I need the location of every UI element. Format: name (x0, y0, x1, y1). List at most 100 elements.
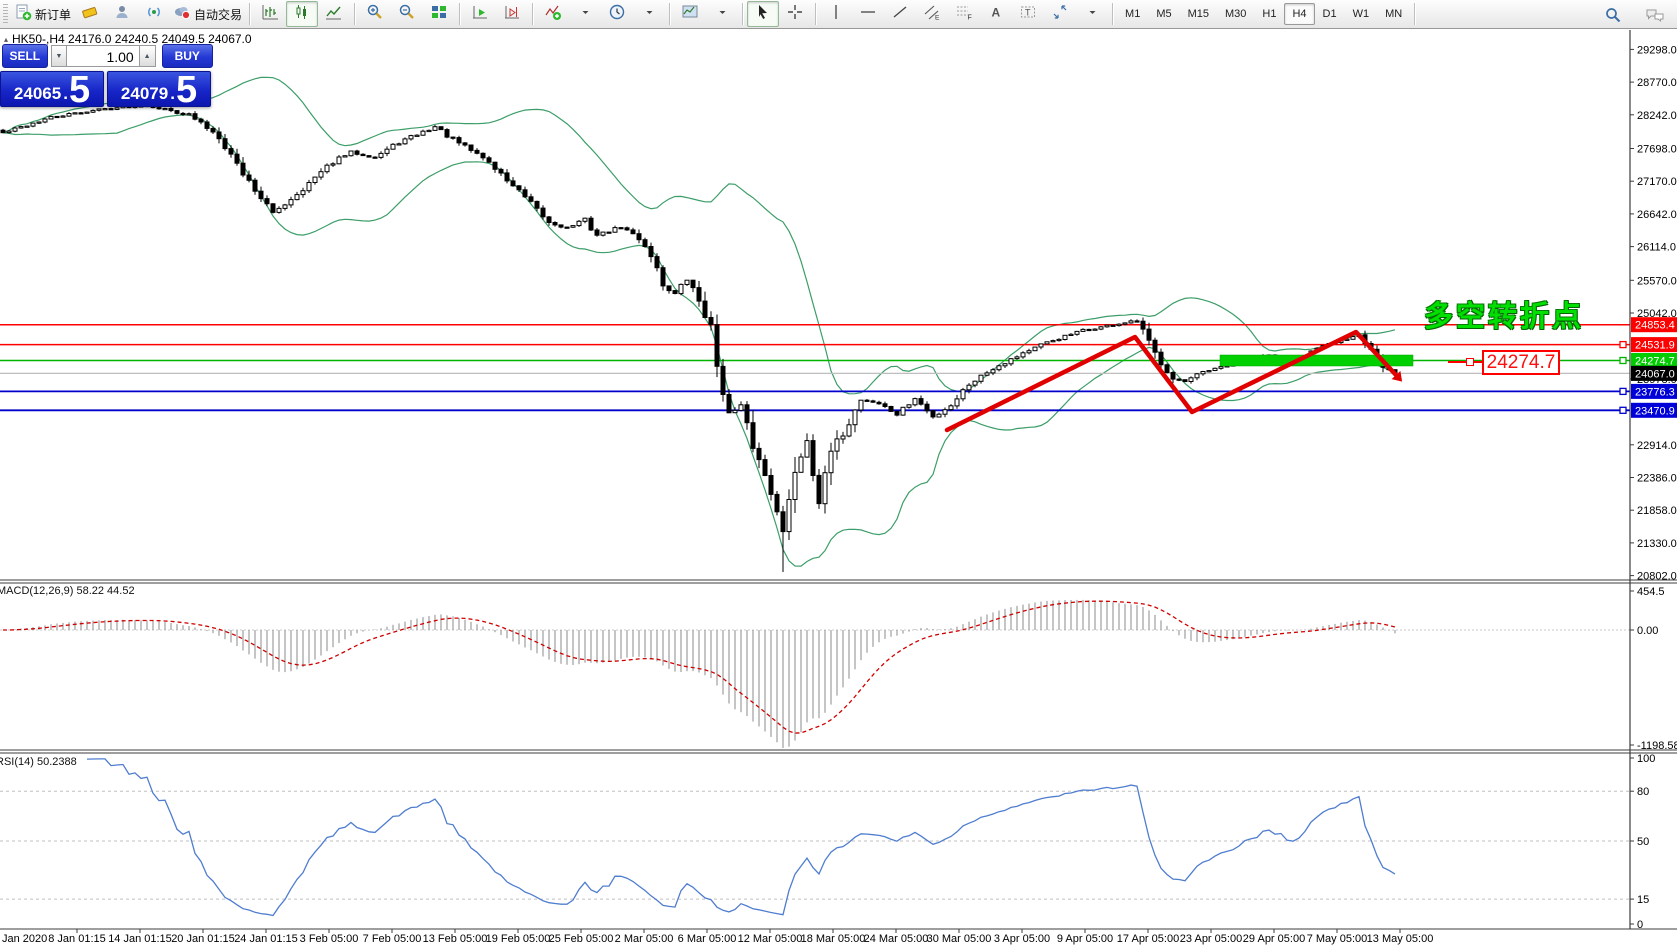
toolbar-grip (3, 4, 8, 24)
rsi-axis-label: 50 (1637, 836, 1649, 848)
date-label: 29 Apr 05:00 (1243, 933, 1305, 945)
toolbar-separator (459, 3, 461, 25)
date-label: 7 May 05:00 (1307, 933, 1368, 945)
rsi-axis-label: 0 (1637, 919, 1643, 931)
price-tag-box[interactable]: 24274.7 (1482, 350, 1560, 375)
trade-history-button[interactable] (74, 1, 106, 27)
sell-button[interactable]: SELL (2, 44, 48, 68)
periods-button[interactable] (601, 1, 633, 27)
price-tick-label: 28242.0 (1637, 110, 1677, 122)
new-order-button[interactable]: 新订单 (11, 1, 74, 27)
templates-button[interactable] (674, 1, 706, 27)
vertical-line-button[interactable] (820, 1, 852, 27)
auto-trading-button[interactable]: 自动交易 (170, 1, 245, 27)
zoom-in-button[interactable] (359, 1, 391, 27)
turning-point-annotation[interactable]: 多空转折点 (1424, 293, 1584, 335)
price-level-label-text: 24531.9 (1635, 340, 1675, 352)
toolbar-separator (1414, 3, 1416, 25)
date-label: Jan 2020 (2, 933, 47, 945)
price-tick-label: 22914.0 (1637, 440, 1677, 452)
horizontal-line-button[interactable] (852, 1, 884, 27)
date-label: 18 Mar 05:00 (801, 933, 866, 945)
search-icon[interactable] (1597, 2, 1629, 28)
periods-dropdown[interactable] (633, 1, 665, 27)
one-click-trade-panel: SELL ▼ 1.00 ▲ BUY 24065. 5 24079. 5 (0, 44, 213, 111)
buy-price-frac: 5 (175, 68, 198, 111)
timeframe-m5-button[interactable]: M5 (1148, 3, 1179, 25)
arrows-dropdown[interactable] (1076, 1, 1108, 27)
indicators-dropdown[interactable] (569, 1, 601, 27)
line-chart-button[interactable] (318, 1, 350, 27)
templates-dropdown[interactable] (706, 1, 738, 27)
date-label: 12 Mar 05:00 (738, 933, 803, 945)
arrows-button[interactable] (1044, 1, 1076, 27)
sell-price-main: 24065 (13, 84, 62, 103)
candle-chart-button[interactable] (286, 1, 319, 27)
date-label: 19 Feb 05:00 (486, 933, 551, 945)
rsi-axis-label: 80 (1637, 786, 1649, 798)
indicators-icon (544, 3, 562, 26)
timeframe-w1-button[interactable]: W1 (1345, 3, 1378, 25)
volume-input[interactable]: 1.00 (67, 45, 139, 67)
chart-canvas[interactable]: 29298.0 28770.0 28242.0 27698.0 27170.0 26642… (0, 0, 1677, 948)
auto-scroll-button[interactable] (464, 1, 496, 27)
sell-price-dot: . (63, 84, 68, 103)
crosshair-button[interactable] (779, 1, 811, 27)
chart-shift-icon (503, 3, 521, 26)
price-level-label-text: 24274.7 (1635, 356, 1675, 368)
volume-decrease-button[interactable]: ▼ (50, 45, 68, 67)
timeframe-m30-button[interactable]: M30 (1217, 3, 1254, 25)
rsi-axis-label: 100 (1637, 753, 1655, 765)
price-tick-label: 21858.0 (1637, 505, 1677, 517)
chat-icon[interactable] (1639, 2, 1671, 28)
buy-button[interactable]: BUY (161, 44, 213, 68)
vline-icon (827, 3, 845, 26)
timeframe-d1-button[interactable]: D1 (1315, 3, 1345, 25)
price-tick-label: 25570.0 (1637, 275, 1677, 287)
fibonacci-button[interactable]: F (948, 1, 980, 27)
tile-windows-button[interactable] (423, 1, 455, 27)
zoom-out-icon (398, 3, 416, 26)
equidistant-channel-button[interactable]: E (916, 1, 948, 27)
auto-scroll-icon (471, 3, 489, 26)
rsi-axis-label: 15 (1637, 894, 1649, 906)
trendline-button[interactable] (884, 1, 916, 27)
price-tick-label: 28770.0 (1637, 77, 1677, 89)
toolbar-separator (669, 3, 671, 25)
price-tick-label: 20802.0 (1637, 571, 1677, 583)
date-label: 3 Apr 05:00 (994, 933, 1050, 945)
indicators-button[interactable] (537, 1, 569, 27)
buy-price-box[interactable]: 24079. 5 (107, 68, 211, 111)
timeframe-h1-button[interactable]: H1 (1254, 3, 1284, 25)
buy-price-dot: . (170, 84, 175, 103)
sell-price-box[interactable]: 24065. 5 (0, 70, 104, 109)
cursor-button[interactable] (747, 1, 780, 27)
svg-text:A: A (992, 5, 1001, 19)
chart-shift-button[interactable] (496, 1, 528, 27)
profile-button[interactable] (106, 1, 138, 27)
price-tick-label: 22386.0 (1637, 473, 1677, 485)
text-button[interactable]: A (980, 1, 1012, 27)
bar-chart-button[interactable] (254, 1, 286, 27)
price-tick-label: 27170.0 (1637, 176, 1677, 188)
template-icon (681, 3, 699, 26)
date-label: 17 Apr 05:00 (1117, 933, 1179, 945)
volume-increase-button[interactable]: ▲ (138, 45, 156, 67)
timeframe-h4-button[interactable]: H4 (1284, 3, 1315, 25)
timeframe-mn-button[interactable]: MN (1377, 3, 1410, 25)
text-label-button[interactable]: T (1012, 1, 1044, 27)
price-tick-label: 29298.0 (1637, 44, 1677, 56)
date-label: 3 Feb 05:00 (300, 933, 359, 945)
trading-terminal-window: 29298.0 28770.0 28242.0 27698.0 27170.0 26642… (0, 0, 1677, 948)
toolbar-separator (354, 3, 356, 25)
timeframe-m1-button[interactable]: M1 (1117, 3, 1148, 25)
signals-button[interactable] (138, 1, 170, 27)
text-label-icon: T (1019, 3, 1037, 26)
zoom-out-button[interactable] (391, 1, 423, 27)
price-tick-label: 21330.0 (1637, 538, 1677, 550)
dropdown-icon (718, 3, 727, 26)
svg-text:E: E (935, 14, 940, 21)
timeframe-m15-button[interactable]: M15 (1180, 3, 1217, 25)
arrows-icon (1051, 3, 1069, 26)
chart-icon: ▴ (4, 34, 9, 44)
